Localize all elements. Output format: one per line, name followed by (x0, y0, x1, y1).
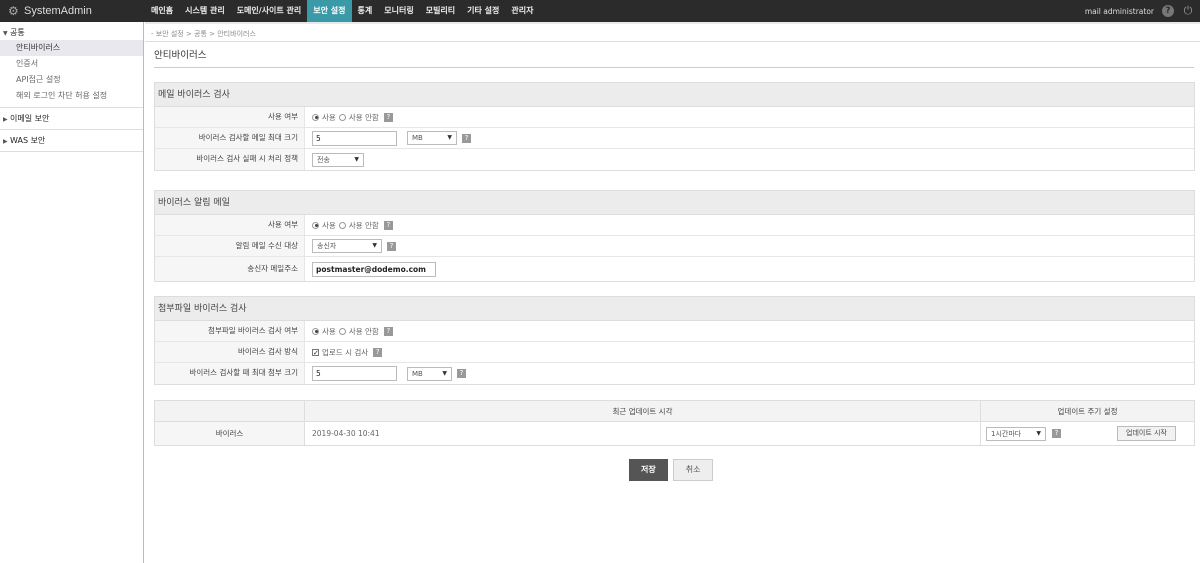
unit-select[interactable]: MB ▼ (407, 131, 457, 145)
section-attach-virus: 첨부파일 바이러스 검사 첨부파일 바이러스 검사 여부 사용 사용 안함? 바이… (154, 296, 1195, 385)
section-alert-mail: 바이러스 알림 메일 사용 여부 사용 사용 안함? 알림 메일 수신 대상 송신… (154, 190, 1195, 282)
help-icon[interactable]: ? (383, 220, 393, 230)
help-icon[interactable]: ? (1162, 5, 1174, 17)
dropdown-arrow-icon: ▼ (372, 242, 377, 249)
help-icon[interactable]: ? (387, 241, 396, 251)
main-content: - 보안 설정 > 공통 > 안티바이러스 안티바이러스 메일 바이러스 검사 … (145, 22, 1200, 563)
upload-scan-checkbox[interactable]: ✓ (312, 348, 319, 356)
help-icon[interactable]: ? (457, 369, 466, 378)
sidebar-item-cert[interactable]: 인증서 (0, 56, 143, 72)
sidebar: ▼ 공통 안티바이러스 인증서 API접근 설정 해외 로그인 차단 허용 설정 … (0, 22, 144, 563)
menu-admin[interactable]: 관리자 (505, 0, 539, 22)
section-title: 첨부파일 바이러스 검사 (155, 297, 1194, 321)
field-label: 바이러스 검사할 메일 최대 크기 (155, 128, 305, 148)
header-update-cycle: 업데이트 주기 설정 (1057, 407, 1118, 416)
menu-stats[interactable]: 통계 (352, 0, 379, 22)
collapsed-icon: ▶ (3, 116, 8, 123)
field-label: 바이러스 검사 실패 시 처리 정책 (155, 149, 305, 170)
top-bar: ⚙ SystemAdmin 메인홈 시스템 관리 도메인/사이트 관리 보안 설정… (0, 0, 1200, 22)
sender-email-input[interactable]: postmaster@dodemo.com (312, 261, 436, 277)
help-icon[interactable]: ? (383, 326, 393, 336)
field-label: 첨부파일 바이러스 검사 여부 (155, 321, 305, 341)
radio-not-use[interactable] (338, 221, 346, 229)
sidebar-item-overseas[interactable]: 해외 로그인 차단 허용 설정 (0, 88, 143, 104)
row-label: 바이러스 (155, 422, 305, 445)
radio-not-use[interactable] (338, 327, 346, 335)
help-icon[interactable]: ? (1052, 429, 1061, 438)
field-label: 송신자 메일주소 (155, 257, 305, 281)
sidebar-item-api[interactable]: API접근 설정 (0, 72, 143, 88)
max-size-input[interactable]: 5 (312, 130, 397, 146)
field-label: 바이러스 검사 방식 (155, 342, 305, 362)
dropdown-arrow-icon: ▼ (442, 369, 447, 377)
unit-select[interactable]: MB ▼ (407, 366, 452, 381)
field-label: 사용 여부 (155, 215, 305, 235)
menu-system[interactable]: 시스템 관리 (179, 0, 231, 22)
radio-use[interactable] (312, 221, 319, 229)
power-icon[interactable]: ⏻ (1182, 5, 1194, 17)
menu-monitoring[interactable]: 모니터링 (378, 0, 419, 22)
fail-policy-select[interactable]: 전송 ▼ (312, 152, 364, 167)
section-title: 메일 바이러스 검사 (155, 83, 1194, 107)
menu-mobility[interactable]: 모빌리티 (420, 0, 461, 22)
app-title: SystemAdmin (24, 5, 92, 17)
radio-use[interactable] (312, 327, 319, 335)
cancel-button[interactable]: 취소 (672, 459, 714, 481)
collapsed-icon: ▶ (3, 138, 8, 145)
start-update-button[interactable]: 업데이트 시작 (1117, 426, 1176, 441)
menu-home[interactable]: 메인홈 (145, 0, 179, 22)
menu-security[interactable]: 보안 설정 (307, 0, 352, 22)
save-button[interactable]: 저장 (629, 459, 668, 481)
page-title: 안티바이러스 (154, 48, 1194, 68)
user-name[interactable]: mail administrator (1085, 7, 1154, 16)
menu-domain[interactable]: 도메인/사이트 관리 (231, 0, 308, 22)
expand-icon: ▼ (3, 30, 8, 37)
help-icon[interactable]: ? (383, 112, 393, 122)
top-menu: 메인홈 시스템 관리 도메인/사이트 관리 보안 설정 통계 모니터링 모빌리티… (145, 0, 539, 22)
menu-etc[interactable]: 기타 설정 (461, 0, 505, 22)
sidebar-group-was[interactable]: ▶ WAS 보안 (0, 134, 143, 148)
header-last-update: 최근 업데이트 시각 (305, 401, 981, 421)
breadcrumb: - 보안 설정 > 공통 > 안티바이러스 (145, 22, 1200, 42)
radio-not-use[interactable] (338, 113, 346, 121)
dropdown-arrow-icon: ▼ (447, 134, 452, 141)
field-label: 알림 메일 수신 대상 (155, 236, 305, 256)
field-label: 바이러스 검사할 때 최대 첨부 크기 (155, 363, 305, 384)
help-icon[interactable]: ? (462, 133, 471, 143)
app-logo[interactable]: ⚙ SystemAdmin (0, 0, 145, 22)
field-label: 사용 여부 (155, 107, 305, 127)
section-mail-virus: 메일 바이러스 검사 사용 여부 사용 사용 안함? 바이러스 검사할 메일 최대… (154, 82, 1195, 171)
sidebar-group-email[interactable]: ▶ 이메일 보안 (0, 112, 143, 126)
update-table: 최근 업데이트 시각 업데이트 주기 설정 바이러스 2019-04-30 10… (154, 400, 1195, 446)
gear-icon: ⚙ (8, 4, 19, 18)
sidebar-group-common[interactable]: ▼ 공통 (0, 26, 143, 40)
last-update-time: 2019-04-30 10:41 (305, 422, 981, 445)
help-icon[interactable]: ? (373, 347, 383, 357)
recipient-select[interactable]: 송신자 ▼ (312, 239, 382, 253)
dropdown-arrow-icon: ▼ (354, 155, 359, 163)
dropdown-arrow-icon: ▼ (1036, 429, 1041, 437)
sidebar-item-antivirus[interactable]: 안티바이러스 (0, 40, 143, 56)
max-attach-size-input[interactable]: 5 (312, 366, 397, 381)
section-title: 바이러스 알림 메일 (155, 191, 1194, 215)
radio-use[interactable] (312, 113, 319, 121)
cycle-select[interactable]: 1시간마다 ▼ (986, 426, 1046, 441)
